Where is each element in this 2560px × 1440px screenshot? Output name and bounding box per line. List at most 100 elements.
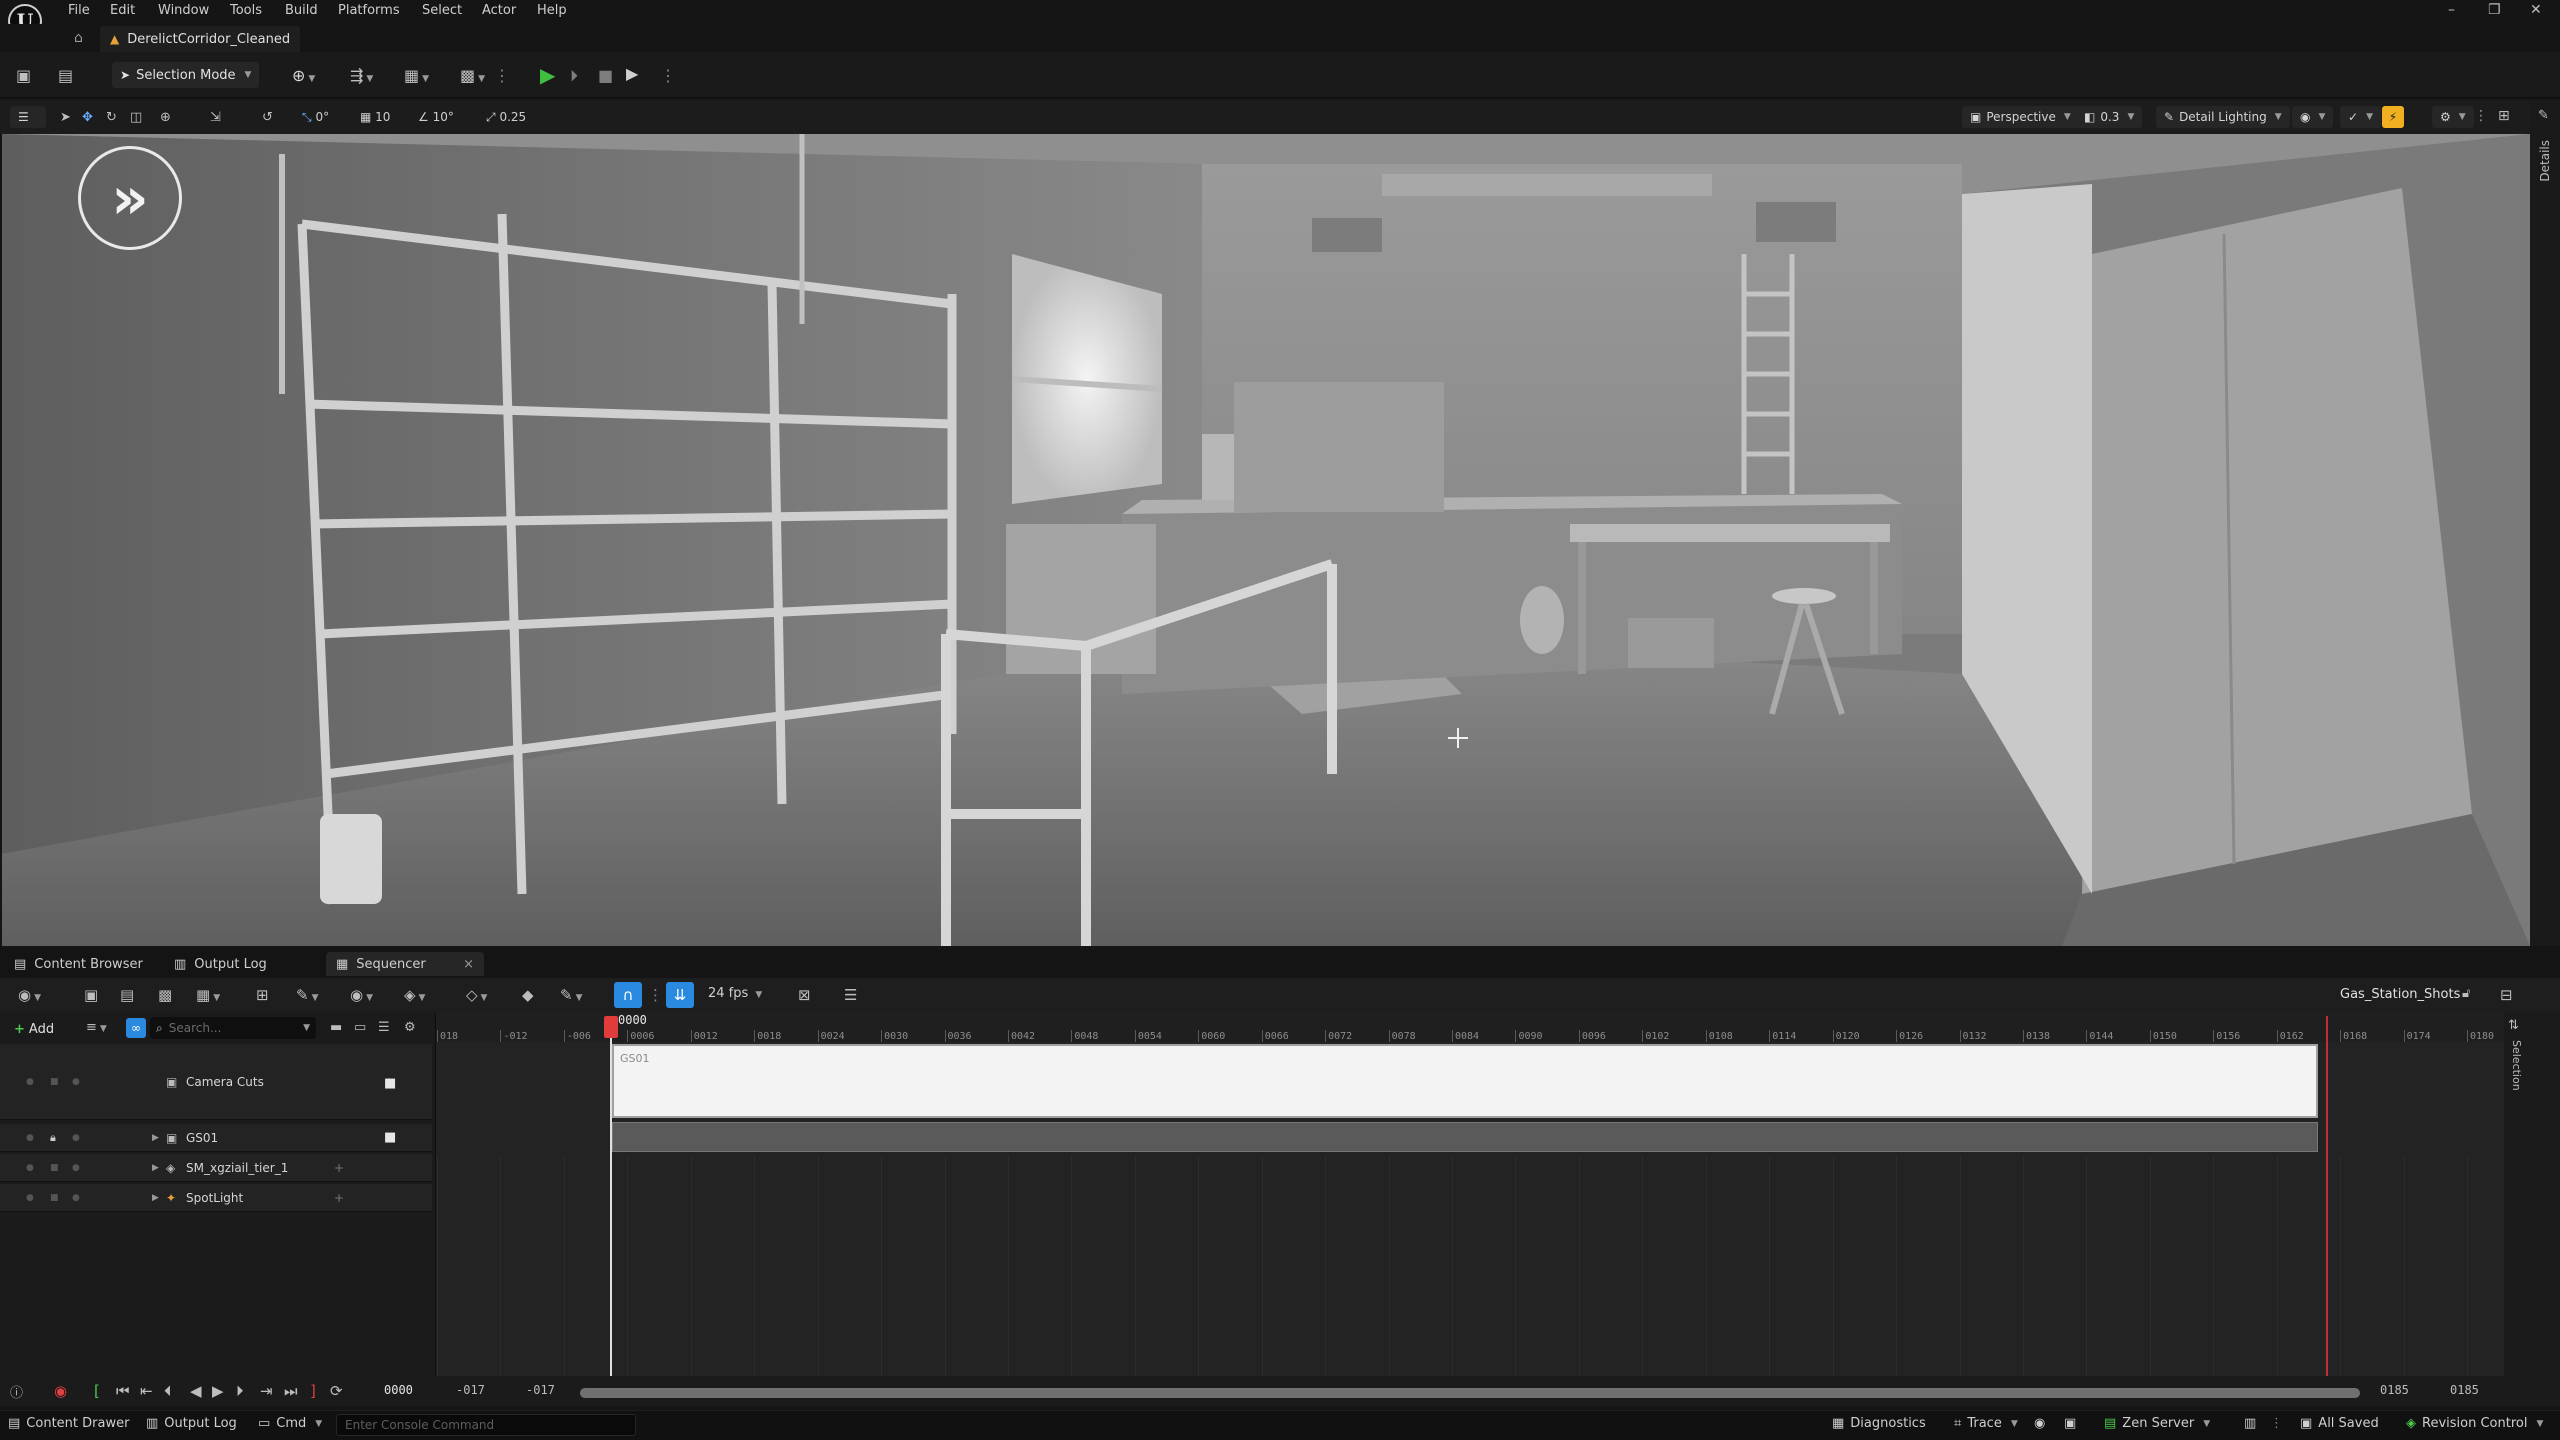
selection-tab-vertical[interactable]: Selection xyxy=(2510,1040,2523,1091)
view-range-end[interactable]: 0185 xyxy=(2450,1383,2479,1397)
gs01-track-bar[interactable] xyxy=(612,1122,2318,1152)
playback-end-marker[interactable] xyxy=(2326,1016,2328,1380)
menu-select[interactable]: Select xyxy=(422,3,462,18)
camera-speed-dropdown[interactable]: ◧ 0.3 ▼ xyxy=(2076,106,2143,128)
add-track-button[interactable]: + Add xyxy=(14,1018,54,1040)
range-start-bracket-icon[interactable]: [ xyxy=(94,1382,100,1400)
play-icon[interactable]: ▶ xyxy=(540,63,555,87)
previous-key-icon[interactable]: ⇤ xyxy=(140,1382,153,1400)
revision-control-dropdown[interactable]: ◈ Revision Control ▼ xyxy=(2406,1416,2543,1431)
menu-help[interactable]: Help xyxy=(537,3,567,18)
content-browser-icon[interactable]: ▤ xyxy=(58,66,73,85)
blueprint-icon[interactable]: ⇶ ▼ xyxy=(350,66,373,85)
viewport-menu-button[interactable]: ☰ xyxy=(10,106,46,128)
world-icon[interactable]: ◉ ▼ xyxy=(18,986,41,1004)
content-drawer-button[interactable]: ▤ Content Drawer xyxy=(8,1416,129,1431)
sequence-name[interactable]: Gas_Station_Shots xyxy=(2340,987,2460,1002)
track-row-gs01[interactable]: ● 🔒︎ ● ▶ ▣ GS01 ■ xyxy=(0,1124,432,1152)
track-row-spotlight[interactable]: ● ■ ● ▶ ✦ SpotLight + xyxy=(0,1184,432,1212)
select-tool-icon[interactable]: ➤ xyxy=(60,110,71,125)
solo-toggle-icon[interactable]: ● xyxy=(72,1133,80,1143)
close-tab-icon[interactable]: × xyxy=(463,957,474,972)
source-control-icon[interactable]: ▥ xyxy=(2244,1416,2256,1431)
curve-edit-icon[interactable]: ✎ ▼ xyxy=(560,986,583,1004)
camera-record-icon[interactable]: ■ xyxy=(384,1130,396,1145)
status-more-icon[interactable]: ⋮ xyxy=(2270,1416,2283,1431)
scale-snap-value[interactable]: ⤢ 0.25 xyxy=(486,110,526,125)
reverse-play-icon[interactable]: ◀ xyxy=(190,1382,202,1400)
pencil-icon[interactable]: ✎ xyxy=(2538,108,2549,123)
menu-build[interactable]: Build xyxy=(285,3,318,18)
visibility-toggle-icon[interactable]: ● xyxy=(26,1193,34,1203)
layout-icon[interactable]: ⊞ xyxy=(2498,108,2510,124)
show-flags-dropdown[interactable]: ◉ ▼ xyxy=(2292,106,2334,128)
menu-actor[interactable]: Actor xyxy=(482,3,516,18)
shot-section-gs01[interactable] xyxy=(612,1044,2318,1118)
visibility-toggle-icon[interactable]: ● xyxy=(26,1163,34,1173)
build-icon[interactable]: ▩ ▼ xyxy=(460,66,485,85)
rotate-tool-icon[interactable]: ↻ xyxy=(106,110,117,125)
rotation-snap-toggle[interactable]: ⤡ 0° xyxy=(302,110,329,125)
playhead-handle[interactable] xyxy=(604,1016,618,1038)
working-range-end[interactable]: 0185 xyxy=(2380,1383,2409,1397)
record-icon[interactable]: ◉ xyxy=(54,1382,67,1400)
minimize-button[interactable]: – xyxy=(2448,2,2455,18)
viewport-settings-dropdown[interactable]: ⚙ ▼ xyxy=(2432,106,2474,128)
camera-cut-record-icon[interactable]: ■ xyxy=(384,1076,396,1091)
menu-platforms[interactable]: Platforms xyxy=(338,3,400,18)
loop-icon[interactable]: ⟳ xyxy=(330,1382,343,1400)
trace-dropdown[interactable]: ⌗ Trace ▼ xyxy=(1954,1416,2018,1431)
find-asset-icon[interactable]: ▤ xyxy=(120,986,134,1004)
expand-arrow-icon[interactable]: ▶ xyxy=(152,1133,159,1143)
surface-snap-icon[interactable]: ⇲ xyxy=(210,110,221,125)
fps-dropdown[interactable]: 24 fps ▼ xyxy=(708,986,762,1001)
view-range-start[interactable]: -017 xyxy=(456,1383,485,1397)
menu-file[interactable]: File xyxy=(68,3,90,18)
output-log-button[interactable]: ▥ Output Log xyxy=(146,1416,237,1431)
level-viewport[interactable]: » xyxy=(2,134,2530,946)
link-icon[interactable]: ∞ xyxy=(126,1018,146,1038)
visibility-toggle-icon[interactable]: ● xyxy=(26,1077,34,1087)
collapse-icon[interactable]: ▬ xyxy=(330,1020,342,1035)
view-options-icon[interactable]: ◉ ▼ xyxy=(350,986,373,1004)
details-tab-vertical[interactable]: Details xyxy=(2538,140,2552,182)
selection-mode-dropdown[interactable]: ➤ Selection Mode ▼ xyxy=(112,62,260,88)
pin-panel-icon[interactable]: ⊟ xyxy=(2500,986,2513,1004)
working-range-start[interactable]: -017 xyxy=(526,1383,555,1397)
timeline-scrollbar-thumb[interactable] xyxy=(580,1388,2360,1398)
lock-toggle-icon[interactable]: ■ xyxy=(50,1077,59,1087)
home-icon[interactable]: ⌂ xyxy=(74,30,83,46)
step-forward-icon[interactable]: ⏵ xyxy=(236,1382,244,1400)
track-row-sm-xgziail[interactable]: ● ■ ● ▶ ◈ SM_xgziail_tier_1 + xyxy=(0,1154,432,1182)
lock-toggle-icon[interactable]: ■ xyxy=(50,1163,59,1173)
outliner-settings-icon[interactable]: ⚙ xyxy=(404,1020,416,1035)
key-icon[interactable]: ◇ ▼ xyxy=(466,986,487,1004)
snap-more-icon[interactable]: ⋮ xyxy=(648,986,663,1004)
tab-output-log[interactable]: ▥ Output Log xyxy=(164,952,277,976)
add-plus-icon[interactable]: + xyxy=(334,1161,344,1175)
restore-button[interactable]: ❐ xyxy=(2488,2,2501,18)
visibility-toggle-icon[interactable]: ● xyxy=(26,1133,34,1143)
play-more-icon[interactable]: ⋮ xyxy=(660,66,676,85)
translate-tool-icon[interactable]: ✥ xyxy=(82,110,93,125)
list-icon[interactable]: ☰ xyxy=(378,1020,390,1035)
curve-editor-icon[interactable]: ⊠ xyxy=(798,986,811,1004)
play-forward-icon[interactable]: ▶ xyxy=(212,1382,224,1400)
angle-snap-value[interactable]: ∠ 10° xyxy=(418,110,454,124)
lock-icon[interactable]: 🔓︎ xyxy=(2462,986,2470,1001)
expand-icon[interactable]: ▭ xyxy=(354,1020,366,1035)
save-icon[interactable]: ▣ xyxy=(16,66,31,85)
step-icon[interactable]: ⏵ xyxy=(570,66,578,86)
record-trace-icon[interactable]: ◉ xyxy=(2034,1416,2045,1431)
all-saved-indicator[interactable]: ▣ All Saved xyxy=(2300,1416,2379,1431)
key-tools-icon[interactable]: ✎ ▼ xyxy=(296,986,319,1004)
grid-snap-value[interactable]: ▦ 10 xyxy=(360,110,390,124)
console-input[interactable]: Enter Console Command xyxy=(336,1414,636,1436)
render-movie-icon[interactable]: ▩ xyxy=(158,986,172,1004)
info-icon[interactable]: ⓘ xyxy=(10,1382,23,1401)
cmd-dropdown[interactable]: ▭ Cmd ▼ xyxy=(258,1416,322,1431)
range-end-bracket-icon[interactable]: ] xyxy=(310,1382,316,1400)
play-options-icon[interactable]: ▶ xyxy=(626,64,638,83)
playback-options-icon[interactable]: ▦ ▼ xyxy=(196,986,220,1004)
realtime-dropdown[interactable]: ✓ ▼ xyxy=(2340,106,2381,128)
